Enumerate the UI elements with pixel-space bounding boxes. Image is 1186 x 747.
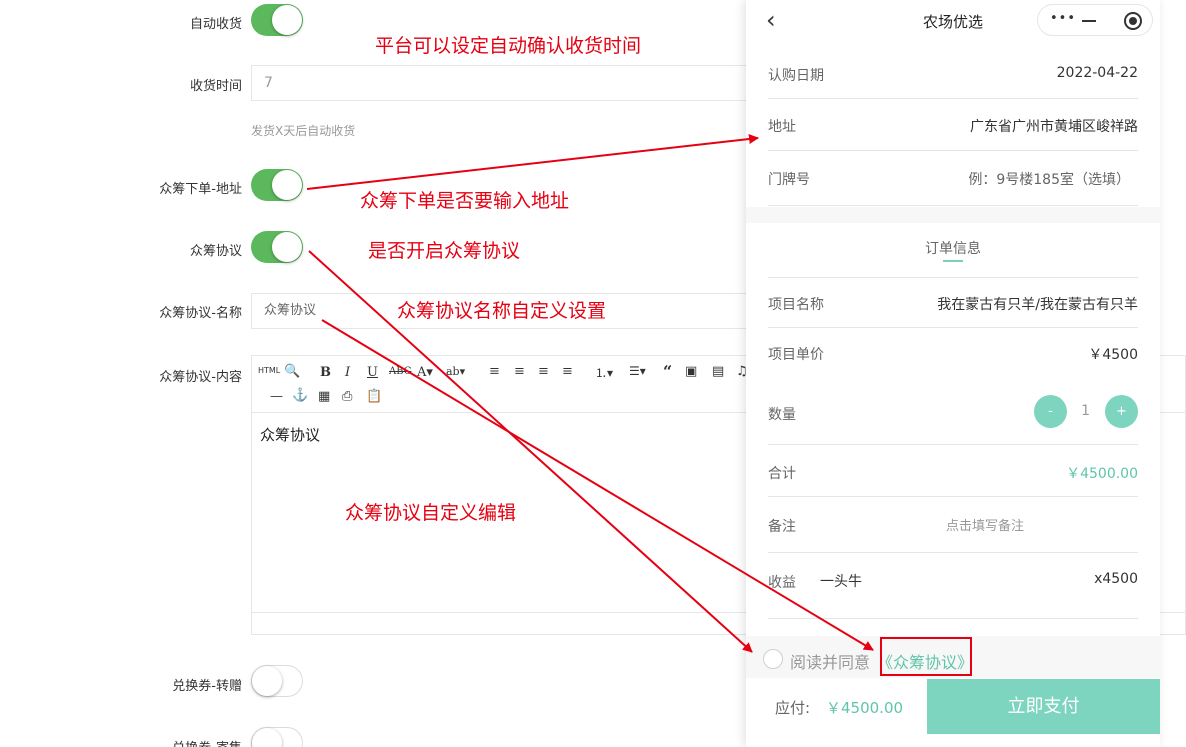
anchor-icon[interactable]: ⚓ [292, 388, 308, 403]
font-color-icon[interactable]: A▾ [417, 365, 433, 380]
door-number-input[interactable]: 例：9号楼185室（选填） [968, 169, 1130, 189]
editor-content[interactable]: 众筹协议 [260, 424, 320, 445]
address-row[interactable]: 地址 广东省广州市黄埔区峻祥路 [768, 99, 1138, 151]
close-target-icon[interactable] [1124, 12, 1142, 30]
agree-text: 阅读并同意 [790, 653, 871, 672]
image-icon[interactable]: ▣ [685, 364, 697, 379]
annotation-agreement-content: 众筹协议自定义编辑 [345, 502, 517, 524]
auto-receive-label: 自动收货 [189, 17, 242, 32]
voucher-transfer-label: 兑换券-转赠 [172, 679, 242, 694]
align-center-icon[interactable]: ≡ [514, 364, 525, 379]
annotation-address: 众筹下单是否要输入地址 [360, 190, 570, 212]
bold-icon[interactable]: B [320, 365, 331, 380]
nav-bar: ‹ 农场优选 ••• [746, 0, 1160, 42]
annotation-agreement-name: 众筹协议名称自定义设置 [397, 300, 607, 322]
quantity-value[interactable]: 1 [1081, 403, 1090, 419]
remark-label: 备注 [768, 519, 796, 535]
crowdfund-address-label: 众筹下单-地址 [159, 182, 242, 197]
crowdfund-agreement-toggle[interactable] [251, 231, 303, 263]
order-info-title: 订单信息 [925, 241, 981, 257]
more-icon[interactable]: ••• [1050, 11, 1076, 26]
agreement-name-label: 众筹协议-名称 [159, 306, 242, 321]
section-divider [746, 207, 1160, 223]
horizontal-rule-icon[interactable]: — [270, 389, 283, 404]
voucher-sell-toggle[interactable] [251, 727, 303, 747]
auto-receive-toggle[interactable] [251, 4, 303, 36]
arrow-address [306, 134, 759, 190]
income-item: 一头牛 [820, 574, 862, 590]
agreement-content-label: 众筹协议-内容 [159, 370, 242, 385]
subscribe-date-value: 2022-04-22 [1056, 65, 1138, 81]
remark-row[interactable]: 备注 点击填写备注 [768, 497, 1138, 553]
subscribe-date-row: 认购日期 2022-04-22 [768, 48, 1138, 99]
italic-icon[interactable]: I [345, 365, 350, 380]
crowdfund-address-toggle[interactable] [251, 169, 303, 201]
agree-radio[interactable] [763, 649, 783, 669]
html-icon[interactable]: HTML [258, 366, 280, 375]
annotation-agreement-toggle: 是否开启众筹协议 [368, 240, 521, 262]
total-row: 合计 ￥4500.00 [768, 445, 1138, 497]
highlight-icon[interactable]: ab▾ [446, 365, 465, 378]
align-left-icon[interactable]: ≡ [489, 364, 500, 379]
subscribe-date-label: 认购日期 [768, 68, 824, 84]
remark-input[interactable]: 点击填写备注 [946, 515, 1024, 534]
unit-price-row: 项目单价 ￥4500 [768, 328, 1138, 380]
quantity-label: 数量 [768, 407, 796, 423]
ordered-list-icon[interactable]: ⒈▾ [595, 364, 613, 381]
receive-time-hint: 发货X天后自动收货 [251, 124, 356, 138]
minimize-icon[interactable] [1082, 20, 1096, 22]
address-label: 地址 [768, 119, 796, 135]
unordered-list-icon[interactable]: ☰▾ [629, 364, 646, 378]
door-number-row[interactable]: 门牌号 例：9号楼185室（选填） [768, 151, 1138, 206]
quantity-plus-button[interactable]: + [1105, 395, 1138, 428]
annotation-auto-receive: 平台可以设定自动确认收货时间 [375, 35, 642, 57]
underline-icon[interactable]: U [367, 365, 378, 380]
payment-bar: 应付: ￥4500.00 立即支付 [746, 679, 1160, 747]
quote-icon[interactable]: “ [663, 362, 672, 381]
total-value: ￥4500.00 [1066, 466, 1138, 482]
project-name-row: 项目名称 我在蒙古有只羊/我在蒙古有只羊 [768, 277, 1138, 328]
toggle-knob [252, 728, 282, 747]
toggle-knob [272, 5, 302, 35]
align-right-icon[interactable]: ≡ [538, 364, 549, 379]
agreement-bar: 阅读并同意 《众筹协议》 [746, 636, 1160, 678]
toggle-knob [272, 170, 302, 200]
align-justify-icon[interactable]: ≡ [562, 364, 573, 379]
pay-amount: ￥4500.00 [826, 699, 904, 717]
print-icon[interactable]: ⎙ [342, 389, 352, 404]
highlight-box [880, 637, 972, 676]
door-number-label: 门牌号 [768, 172, 810, 188]
income-label: 收益 [768, 575, 796, 591]
address-value[interactable]: 广东省广州市黄埔区峻祥路 [970, 116, 1138, 136]
income-value: x4500 [1094, 571, 1138, 587]
video-icon[interactable]: ▤ [712, 364, 724, 379]
table-icon[interactable]: ▦ [318, 389, 330, 404]
crowdfund-agreement-label: 众筹协议 [189, 244, 242, 259]
preview-icon[interactable]: 🔍 [284, 364, 300, 379]
pay-now-button[interactable]: 立即支付 [927, 679, 1160, 734]
strikethrough-icon[interactable]: ABC [389, 366, 411, 377]
receive-time-label: 收货时间 [189, 79, 242, 94]
total-label: 合计 [768, 466, 796, 482]
project-name-label: 项目名称 [768, 297, 824, 313]
section-underline [943, 260, 963, 262]
mobile-preview: ‹ 农场优选 ••• 认购日期 2022-04-22 地址 广东省广州市黄埔区峻… [746, 0, 1160, 747]
toggle-knob [272, 232, 302, 262]
quantity-row: 数量 - 1 + [768, 380, 1138, 445]
toggle-knob [252, 666, 282, 696]
mini-program-capsule: ••• [1037, 4, 1153, 36]
income-row: 收益 一头牛 x4500 [768, 553, 1138, 619]
pay-label: 应付: [775, 699, 811, 717]
quantity-minus-button[interactable]: - [1034, 395, 1067, 428]
unit-price-label: 项目单价 [768, 347, 824, 363]
paste-icon[interactable]: 📋 [366, 389, 382, 404]
unit-price-value: ￥4500 [1088, 347, 1138, 363]
voucher-transfer-toggle[interactable] [251, 665, 303, 697]
voucher-sell-label: 兑换券-寄售 [172, 737, 242, 747]
project-name-value: 我在蒙古有只羊/我在蒙古有只羊 [937, 297, 1138, 313]
